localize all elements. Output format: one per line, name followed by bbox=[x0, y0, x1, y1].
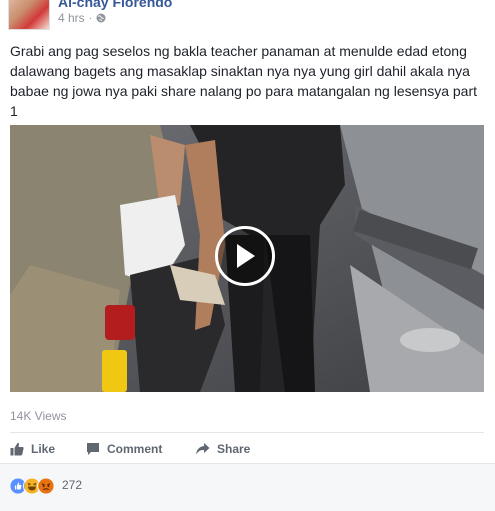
reaction-count[interactable]: 272 bbox=[62, 478, 82, 492]
author-avatar[interactable] bbox=[8, 0, 50, 30]
comment-icon bbox=[87, 443, 99, 455]
separator-dot: · bbox=[88, 12, 93, 24]
angry-icon bbox=[37, 477, 55, 495]
post-timestamp[interactable]: 4 hrs bbox=[58, 11, 85, 25]
comment-label: Comment bbox=[107, 442, 163, 456]
share-button[interactable]: Share bbox=[195, 439, 250, 459]
reaction-icons[interactable] bbox=[9, 477, 59, 495]
thumbs-up-icon bbox=[10, 442, 24, 456]
reactions-bar: 272 bbox=[0, 463, 495, 511]
post-meta: 4 hrs · bbox=[58, 11, 106, 25]
facebook-post: Al-chay Florendo 4 hrs · Grabi ang pag s… bbox=[0, 0, 495, 511]
view-count: 14K Views bbox=[10, 409, 67, 423]
like-button[interactable]: Like bbox=[10, 439, 55, 459]
post-caption: Grabi ang pag seselos ng bakla teacher p… bbox=[10, 43, 477, 119]
globe-icon bbox=[96, 13, 106, 23]
divider bbox=[10, 432, 484, 433]
play-icon bbox=[237, 244, 255, 268]
share-icon bbox=[196, 443, 210, 455]
like-label: Like bbox=[31, 442, 56, 456]
video-player[interactable] bbox=[10, 125, 484, 392]
comment-button[interactable]: Comment bbox=[86, 439, 162, 459]
author-name[interactable]: Al-chay Florendo bbox=[58, 0, 172, 10]
share-label: Share bbox=[217, 442, 251, 456]
play-button[interactable] bbox=[215, 226, 275, 286]
